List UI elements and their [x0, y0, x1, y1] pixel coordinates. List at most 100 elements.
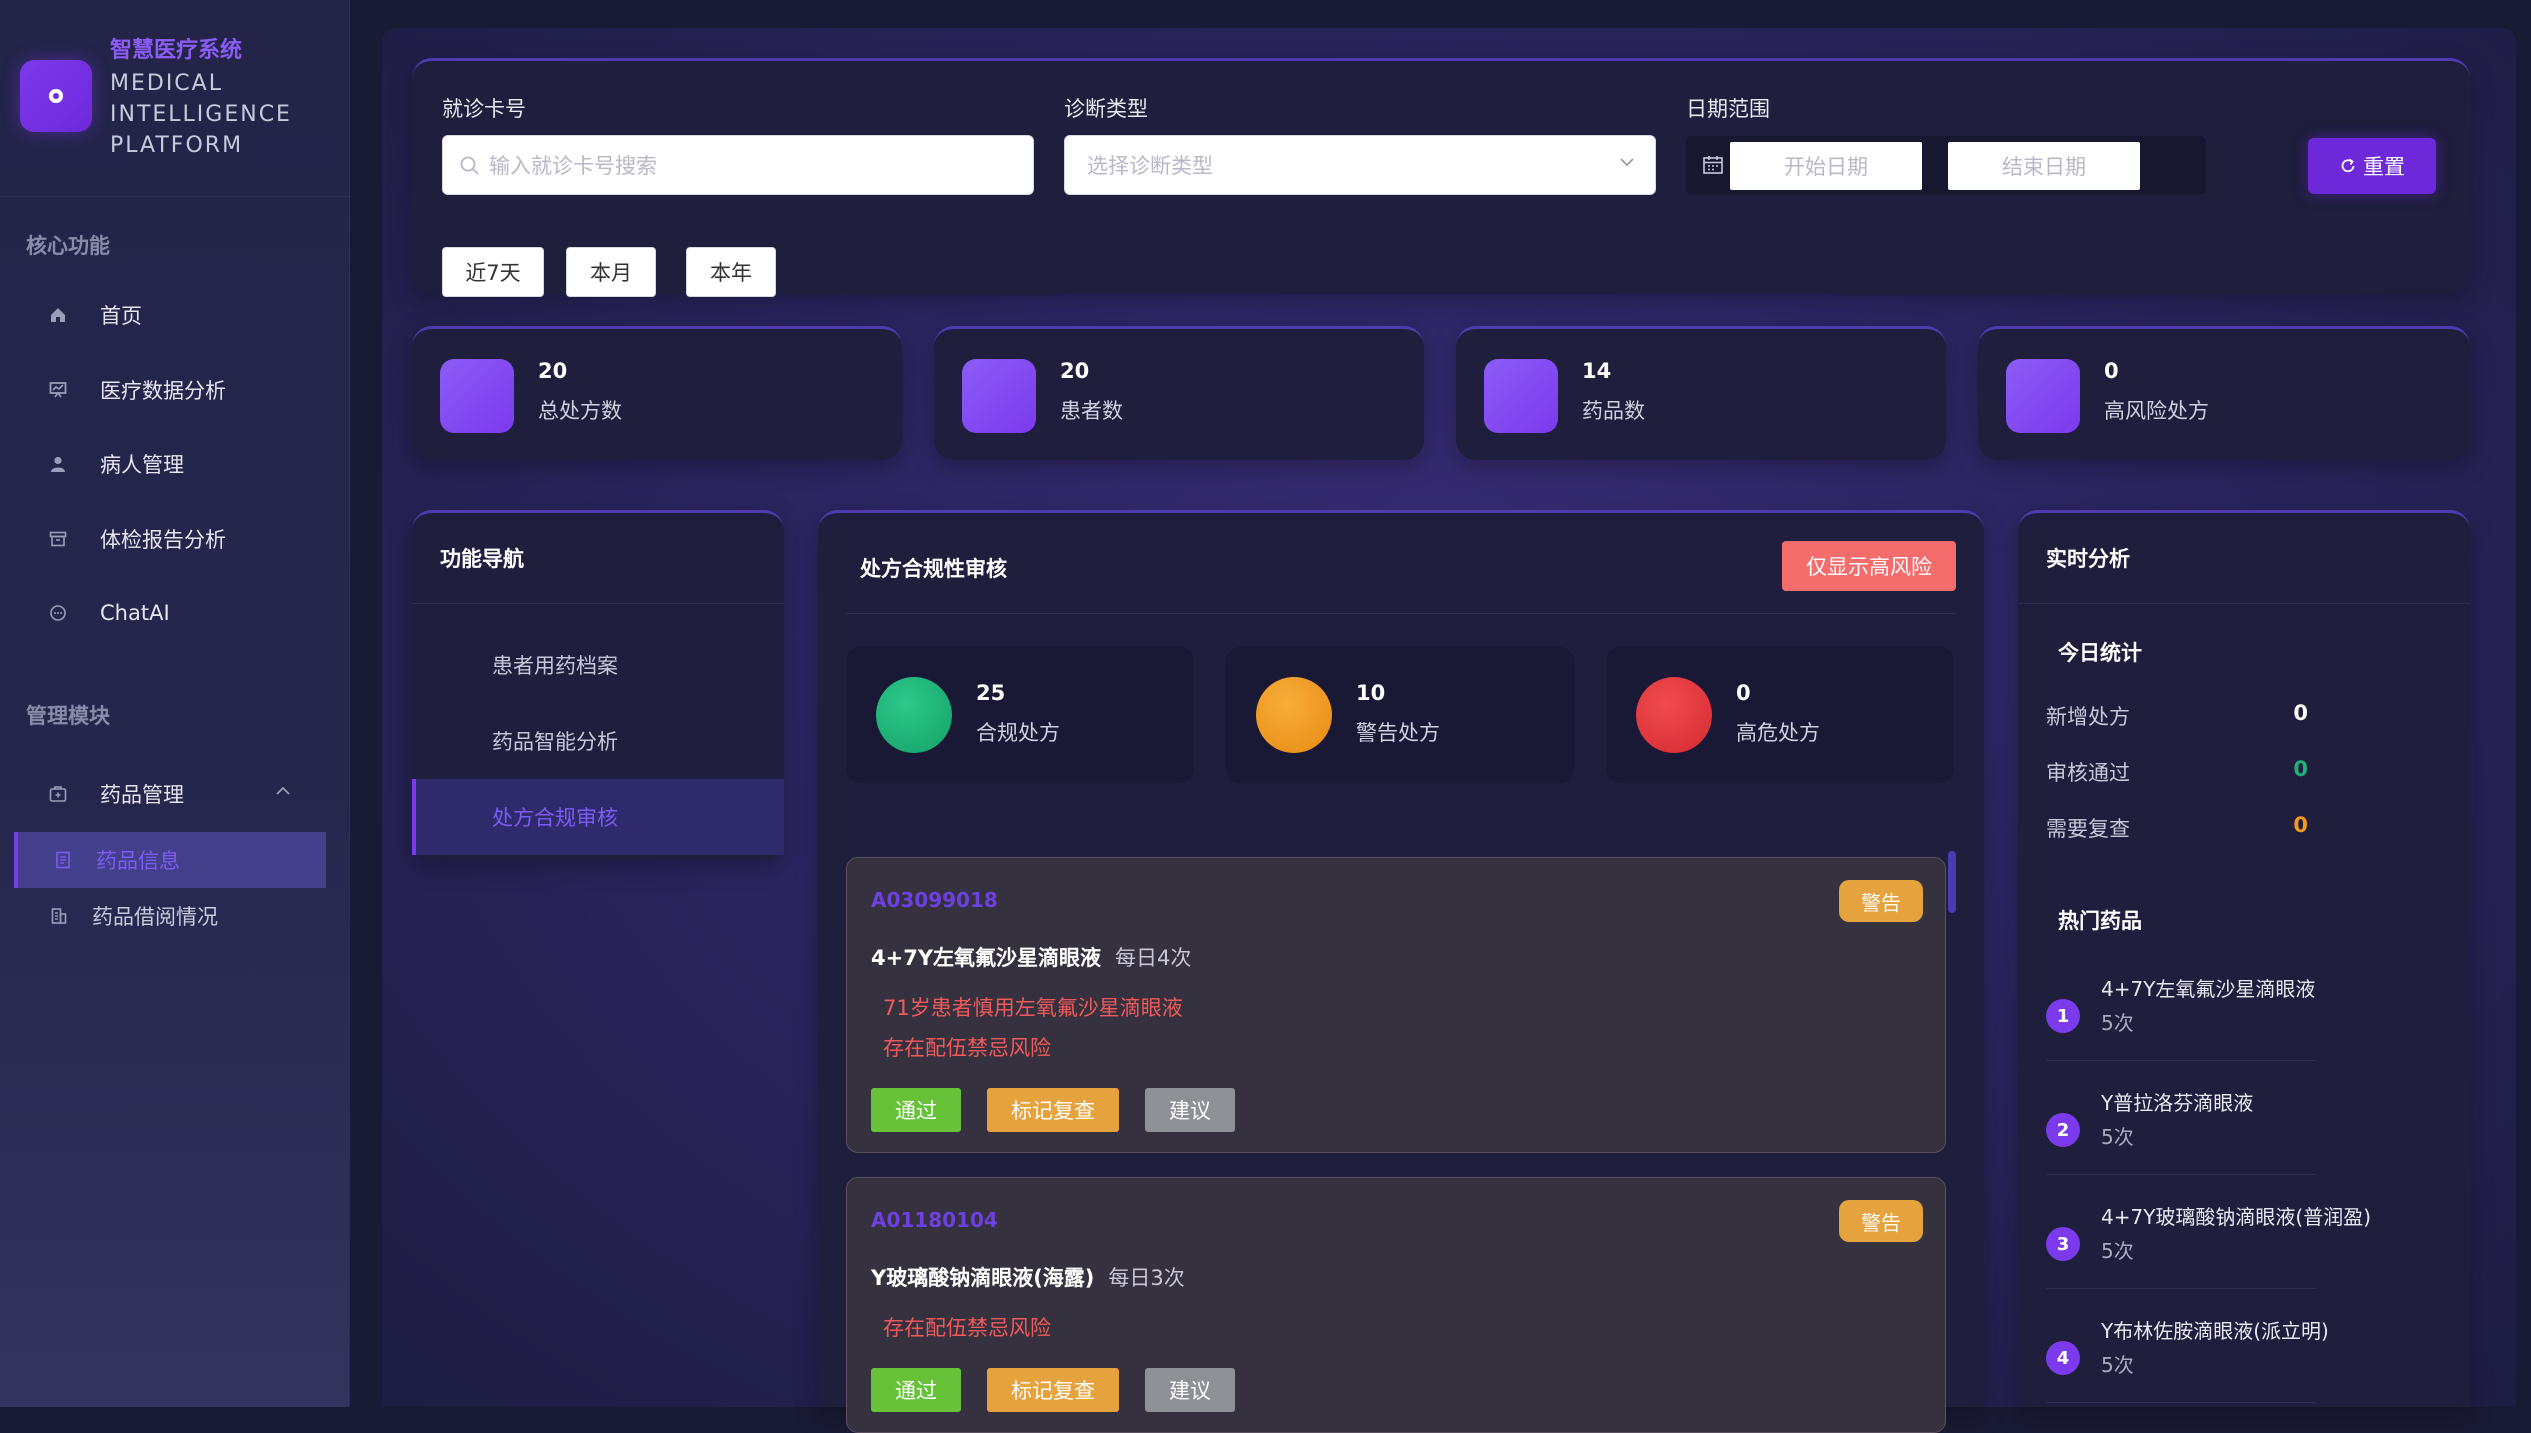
realtime-title: 实时分析 [2046, 547, 2130, 571]
quick-range-month[interactable]: 本月 [566, 247, 656, 297]
drug-line: Y玻璃酸钠滴眼液(海露) 每日3次 [871, 1262, 1185, 1292]
sidebar-item-data-analysis[interactable]: 医疗数据分析 [48, 370, 226, 410]
home-icon [48, 305, 68, 325]
sidebar-item-report[interactable]: 体检报告分析 [48, 519, 226, 559]
nav-item-drug-analysis[interactable]: 药品智能分析 [412, 703, 784, 779]
hot-drug-name: 4+7Y玻璃酸钠滴眼液(普润盈) [2101, 1205, 2372, 1229]
stat-label: 药品数 [1582, 399, 1645, 423]
diagnosis-type-select[interactable]: 选择诊断类型 [1064, 135, 1656, 195]
stat-value: 20 [538, 359, 568, 383]
stat-value: 0 [2293, 757, 2308, 781]
prescription-id[interactable]: A01180104 [871, 1208, 998, 1232]
search-icon [460, 156, 479, 175]
sidebar-item-label: ChatAI [100, 601, 170, 625]
hot-drug-count: 5次 [2101, 1353, 2134, 1377]
summary-danger: 0 高危处方 [1606, 647, 1954, 783]
suggest-button[interactable]: 建议 [1145, 1368, 1235, 1412]
high-risk-only-button[interactable]: 仅显示高风险 [1782, 541, 1956, 591]
stat-card-drugs: 14 药品数 [1456, 326, 1946, 460]
stat-icon [1484, 359, 1558, 433]
prescription-id[interactable]: A03099018 [871, 888, 998, 912]
nav-item-patient-drug-records[interactable]: 患者用药档案 [412, 627, 784, 703]
mark-review-button[interactable]: 标记复查 [987, 1368, 1119, 1412]
card-number-input[interactable]: 输入就诊卡号搜索 [442, 135, 1034, 195]
stat-label: 审核通过 [2046, 761, 2130, 785]
summary-compliant: 25 合规处方 [846, 647, 1194, 783]
sidebar-item-label: 病人管理 [100, 453, 184, 477]
summary-label: 警告处方 [1356, 721, 1440, 745]
stat-card-total-prescriptions: 20 总处方数 [412, 326, 902, 460]
sidebar-section-admin: 管理模块 [26, 704, 110, 728]
diagnosis-type-label: 诊断类型 [1064, 97, 1148, 121]
prescription-card: A01180104 警告 Y玻璃酸钠滴眼液(海露) 每日3次 存在配伍禁忌风险 通… [846, 1177, 1946, 1433]
stat-icon [440, 359, 514, 433]
calendar-icon [1703, 156, 1723, 174]
sidebar-subitem-label: 药品信息 [96, 849, 180, 873]
sidebar-item-home[interactable]: 首页 [48, 295, 142, 335]
today-stat-review: 需要复查 0 [2046, 813, 2308, 843]
hot-drug-count: 5次 [2101, 1011, 2134, 1035]
card-number-placeholder: 输入就诊卡号搜索 [489, 154, 657, 178]
stat-value: 0 [2293, 813, 2308, 837]
rank-badge: 4 [2046, 1341, 2080, 1375]
approve-button[interactable]: 通过 [871, 1088, 961, 1132]
warning-text: 存在配伍禁忌风险 [883, 1316, 1051, 1340]
stat-icon [962, 359, 1036, 433]
date-range-picker[interactable]: 开始日期 结束日期 [1686, 136, 2206, 194]
divider [412, 603, 784, 604]
list-scrollbar[interactable] [1948, 851, 1956, 913]
start-date-placeholder: 开始日期 [1784, 155, 1868, 179]
start-date-input[interactable]: 开始日期 [1730, 142, 1922, 190]
sidebar-item-drug-management[interactable]: 药品管理 [48, 774, 308, 814]
building-icon [50, 906, 70, 926]
reset-button[interactable]: 重置 [2308, 138, 2436, 194]
status-dot [876, 677, 952, 753]
drug-frequency: 每日3次 [1108, 1266, 1185, 1290]
chat-icon [48, 603, 68, 623]
suggest-button[interactable]: 建议 [1145, 1088, 1235, 1132]
prescription-audit-panel: 处方合规性审核 仅显示高风险 25 合规处方 10 警告处方 0 高危处方 A0… [818, 510, 1984, 1433]
sidebar-subitem-drug-info[interactable]: 药品信息 [14, 832, 326, 888]
status-badge: 警告 [1839, 880, 1923, 922]
sidebar-subitem-drug-borrowing[interactable]: 药品借阅情况 [14, 888, 326, 944]
stat-label: 新增处方 [2046, 705, 2130, 729]
status-badge: 警告 [1839, 1200, 1923, 1242]
function-nav-title: 功能导航 [440, 547, 524, 571]
sidebar-divider [0, 196, 350, 197]
status-dot [1636, 677, 1712, 753]
stat-value: 14 [1582, 359, 1612, 383]
sidebar-item-label: 体检报告分析 [100, 528, 226, 552]
stat-label: 高风险处方 [2104, 399, 2209, 423]
stat-label: 需要复查 [2046, 817, 2130, 841]
warning-text: 存在配伍禁忌风险 [883, 1036, 1051, 1060]
stat-value: 20 [1060, 359, 1090, 383]
hot-drug-item[interactable]: 2 Y普拉洛芬滴眼液 5次 [2046, 1075, 2316, 1175]
hot-drug-item[interactable]: 1 4+7Y左氧氟沙星滴眼液 5次 [2046, 961, 2316, 1061]
sidebar-item-patients[interactable]: 病人管理 [48, 444, 184, 484]
end-date-input[interactable]: 结束日期 [1948, 142, 2140, 190]
quick-range-year[interactable]: 本年 [686, 247, 776, 297]
stat-value: 0 [2293, 701, 2308, 725]
nav-item-prescription-audit[interactable]: 处方合规审核 [412, 779, 784, 855]
stat-value: 0 [2104, 359, 2119, 383]
divider [846, 613, 1956, 614]
brand-name-en: MEDICAL INTELLIGENCE PLATFORM [110, 71, 292, 158]
mark-review-button[interactable]: 标记复查 [987, 1088, 1119, 1132]
end-date-placeholder: 结束日期 [2002, 155, 2086, 179]
card-number-label: 就诊卡号 [442, 97, 526, 121]
main-content: 就诊卡号 输入就诊卡号搜索 诊断类型 选择诊断类型 日期范围 开始日期 结束日期… [382, 28, 2516, 1433]
today-stats-title: 今日统计 [2058, 641, 2142, 665]
summary-value: 10 [1356, 681, 1386, 705]
quick-range-7days[interactable]: 近7天 [442, 247, 544, 297]
chevron-up-icon [274, 782, 292, 805]
hot-drug-count: 5次 [2101, 1239, 2134, 1263]
hot-drugs-title: 热门药品 [2058, 909, 2142, 933]
hot-drug-name: Y布林佐胺滴眼液(派立明) [2101, 1319, 2329, 1343]
hot-drug-item[interactable]: 4 Y布林佐胺滴眼液(派立明) 5次 [2046, 1303, 2329, 1403]
summary-value: 0 [1736, 681, 1751, 705]
chart-icon [48, 380, 68, 400]
hot-drug-item[interactable]: 3 4+7Y玻璃酸钠滴眼液(普润盈) 5次 [2046, 1189, 2371, 1289]
approve-button[interactable]: 通过 [871, 1368, 961, 1412]
realtime-analysis-panel: 实时分析 今日统计 新增处方 0 审核通过 0 需要复查 0 热门药品 1 4+… [2018, 510, 2470, 1407]
sidebar-item-chatai[interactable]: ChatAI [48, 593, 170, 633]
